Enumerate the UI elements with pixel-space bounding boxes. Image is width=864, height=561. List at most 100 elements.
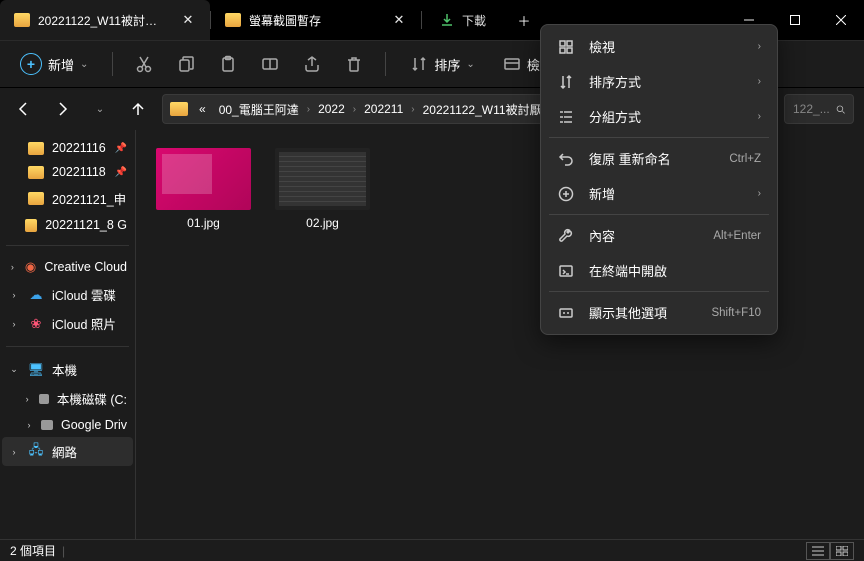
sidebar-pc[interactable]: ⌄🖥本機 — [2, 355, 133, 384]
recent-button[interactable]: ⌄ — [86, 95, 114, 123]
ctx-undo[interactable]: 復原 重新命名 Ctrl+Z — [545, 141, 773, 176]
chevron-right-icon[interactable]: › — [25, 420, 34, 430]
search-input[interactable]: 122_... — [784, 94, 854, 124]
breadcrumb-item[interactable]: 202211 — [359, 98, 408, 120]
chevron-right-icon[interactable]: › — [8, 262, 17, 272]
ctx-properties[interactable]: 內容 Alt+Enter — [545, 218, 773, 253]
sidebar-cloud[interactable]: ›◉Creative Cloud — [2, 254, 133, 280]
file-thumbnail — [156, 148, 251, 210]
chevron-down-icon[interactable]: ⌄ — [8, 364, 20, 375]
folder-icon — [28, 166, 44, 179]
ctx-shortcut: Alt+Enter — [713, 230, 761, 242]
chevron-right-icon[interactable]: › — [8, 319, 20, 329]
network-icon: 🖧 — [28, 444, 44, 460]
arrow-left-icon — [16, 101, 32, 117]
breadcrumb-item[interactable]: 2022 — [313, 98, 350, 120]
more-icon — [557, 304, 575, 322]
maximize-button[interactable] — [772, 0, 818, 40]
sort-button[interactable]: 排序 ⌄ — [400, 49, 484, 80]
separator — [112, 52, 113, 76]
chevron-right-icon[interactable]: › — [8, 290, 20, 300]
chevron-right-icon: › — [758, 76, 761, 87]
drive-label: Google Driv — [61, 418, 127, 432]
breadcrumb-item[interactable]: 00_電腦王阿達 — [214, 97, 304, 122]
delete-button[interactable] — [337, 49, 371, 79]
new-button[interactable]: + 新增 ⌄ — [10, 47, 98, 81]
close-icon[interactable]: ✕ — [174, 12, 202, 28]
details-view-button[interactable] — [806, 542, 830, 560]
close-icon[interactable]: ✕ — [385, 12, 413, 28]
download-indicator[interactable]: 下載 — [422, 0, 504, 40]
file-item[interactable]: 02.jpg — [275, 148, 370, 230]
icons-view-button[interactable] — [830, 542, 854, 560]
sidebar-cloud[interactable]: ›☁iCloud 雲碟 — [2, 280, 133, 309]
ctx-terminal[interactable]: 在終端中開啟 — [545, 253, 773, 288]
sidebar-folder[interactable]: 20221118 📌 — [2, 160, 133, 184]
drive-label: 本機磁碟 (C: — [57, 389, 127, 408]
separator — [6, 346, 129, 347]
sidebar-drive[interactable]: › 本機磁碟 (C: — [2, 384, 133, 413]
separator — [549, 137, 769, 138]
cloud-label: Creative Cloud — [44, 260, 127, 274]
sidebar-drive[interactable]: › Google Driv — [2, 413, 133, 437]
icloud-photos-icon: ❀ — [28, 316, 44, 332]
trash-icon — [345, 55, 363, 73]
folder-icon — [225, 13, 241, 27]
sidebar-folder[interactable]: 20221121_申 — [2, 184, 133, 213]
up-button[interactable] — [124, 95, 152, 123]
paste-button[interactable] — [211, 49, 245, 79]
tab-active[interactable]: 20221122_W11被討厭的廣 ✕ — [0, 0, 210, 40]
close-button[interactable] — [818, 0, 864, 40]
folder-icon — [170, 102, 188, 116]
sidebar-folder[interactable]: 20221121_8 G — [2, 213, 133, 237]
folder-label: 20221121_申 — [52, 189, 126, 208]
ctx-label: 檢視 — [589, 37, 744, 56]
sidebar-network[interactable]: ›🖧網路 — [2, 437, 133, 466]
disk-icon — [41, 420, 53, 430]
ctx-label: 顯示其他選項 — [589, 303, 697, 322]
icloud-icon: ☁ — [28, 287, 44, 303]
folder-icon — [25, 219, 37, 232]
pin-icon: 📌 — [115, 167, 127, 178]
plus-icon: + — [20, 53, 42, 75]
chevron-right-icon[interactable]: › — [23, 394, 30, 404]
ctx-view[interactable]: 檢視 › — [545, 29, 773, 64]
tab-inactive[interactable]: 螢幕截圖暫存 ✕ — [211, 0, 421, 40]
download-icon — [440, 13, 454, 27]
cut-button[interactable] — [127, 49, 161, 79]
grid-icon — [836, 546, 848, 556]
sidebar-folder[interactable]: 20221116📌 — [2, 136, 133, 160]
copy-button[interactable] — [169, 49, 203, 79]
pin-icon: 📌 — [115, 143, 127, 154]
share-icon — [303, 55, 321, 73]
chevron-down-icon: ⌄ — [96, 104, 104, 115]
sort-label: 排序 — [434, 55, 460, 74]
folder-label: 20221118 — [52, 165, 106, 179]
terminal-icon — [557, 262, 575, 280]
file-item[interactable]: 01.jpg — [156, 148, 251, 230]
ctx-more[interactable]: 顯示其他選項 Shift+F10 — [545, 295, 773, 330]
separator: | — [62, 544, 65, 558]
back-button[interactable] — [10, 95, 38, 123]
chevron-right-icon[interactable]: › — [353, 104, 356, 115]
ctx-new[interactable]: 新增 › — [545, 176, 773, 211]
forward-button[interactable] — [48, 95, 76, 123]
chevron-right-icon[interactable]: › — [8, 447, 20, 457]
ctx-label: 分組方式 — [589, 107, 744, 126]
share-button[interactable] — [295, 49, 329, 79]
ctx-group[interactable]: 分組方式 › — [545, 99, 773, 134]
chevron-right-icon[interactable]: › — [307, 104, 310, 115]
copy-icon — [177, 55, 195, 73]
ctx-shortcut: Ctrl+Z — [729, 153, 761, 165]
plus-icon — [557, 185, 575, 203]
file-thumbnail — [275, 148, 370, 210]
ctx-sort[interactable]: 排序方式 › — [545, 64, 773, 99]
separator — [549, 291, 769, 292]
ctx-label: 排序方式 — [589, 72, 744, 91]
sidebar-cloud[interactable]: ›❀iCloud 照片 — [2, 309, 133, 338]
chevron-right-icon[interactable]: › — [411, 104, 414, 115]
add-tab-button[interactable]: ＋ — [504, 11, 544, 30]
separator — [549, 214, 769, 215]
breadcrumb-sep[interactable]: « — [194, 98, 211, 120]
rename-button[interactable] — [253, 49, 287, 79]
